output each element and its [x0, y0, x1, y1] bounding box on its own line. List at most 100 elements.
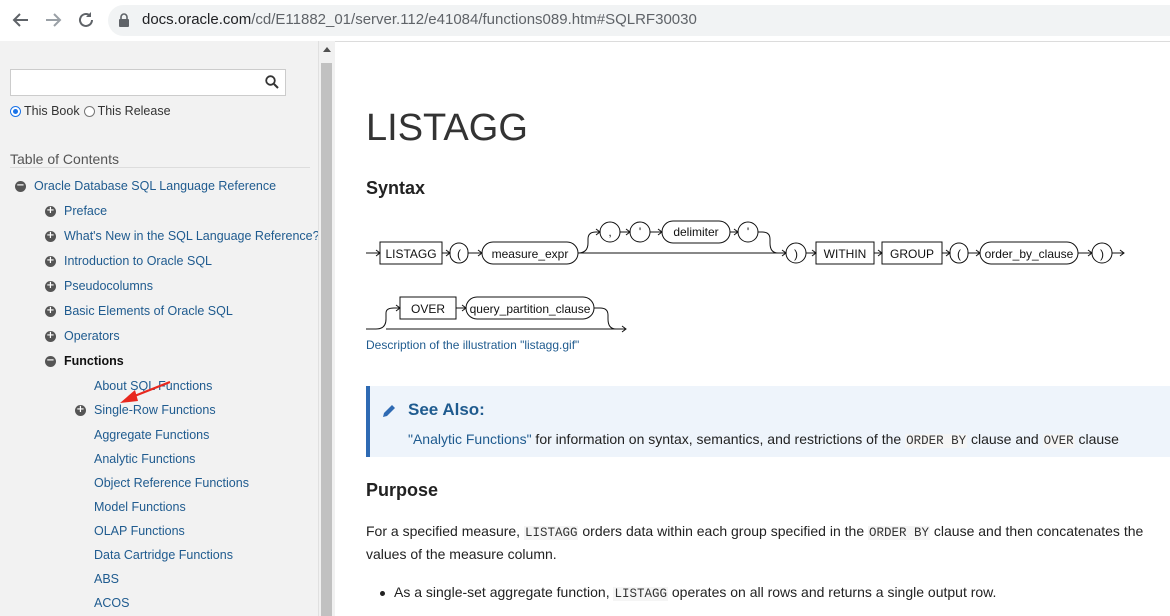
toc-item-preface[interactable]: + Preface	[45, 204, 107, 218]
diagram-comma: ,	[608, 225, 611, 239]
purpose-text-2: orders data within each group specified …	[578, 523, 868, 539]
expand-icon[interactable]: +	[45, 330, 56, 342]
url-path: /cd/E11882_01/server.112/e41084/function…	[251, 11, 697, 28]
purpose-heading: Purpose	[366, 480, 439, 500]
toc-label[interactable]: Oracle Database SQL Language Reference	[34, 179, 276, 193]
diagram-order-by-clause: order_by_clause	[985, 247, 1074, 261]
purpose-text-1: For a specified measure,	[366, 523, 524, 539]
search-box	[10, 69, 286, 96]
toc-item-object-reference-functions[interactable]: Object Reference Functions	[94, 476, 249, 490]
forward-arrow-icon	[46, 13, 62, 27]
toc-item-introduction[interactable]: + Introduction to Oracle SQL	[45, 254, 212, 268]
search-scope: This Book This Release	[10, 104, 171, 118]
sidebar: This Book This Release Table of Contents…	[0, 41, 318, 616]
diagram-quote-open: '	[639, 225, 641, 239]
back-button[interactable]	[10, 9, 32, 31]
address-bar[interactable]: docs.oracle.com/cd/E11882_01/server.112/…	[108, 5, 1170, 36]
toc-item-analytic-functions[interactable]: Analytic Functions	[94, 452, 195, 466]
diagram-group: GROUP	[890, 247, 934, 261]
toc-label[interactable]: Analytic Functions	[94, 452, 195, 466]
toc-label[interactable]: Preface	[64, 204, 107, 218]
radio-this-book[interactable]	[10, 105, 21, 117]
url-host: docs.oracle.com	[142, 11, 252, 28]
toc-label[interactable]: Operators	[64, 329, 120, 343]
toc-label[interactable]: Object Reference Functions	[94, 476, 249, 490]
code-order-by: ORDER BY	[905, 434, 968, 448]
toc-item-pseudocolumns[interactable]: + Pseudocolumns	[45, 279, 153, 293]
page-title: LISTAGG	[366, 107, 528, 149]
expand-icon[interactable]: +	[45, 305, 56, 317]
expand-icon[interactable]: +	[75, 404, 86, 416]
scroll-up-icon[interactable]	[323, 47, 331, 52]
toc-label[interactable]: ABS	[94, 572, 119, 586]
diagram-within: WITHIN	[824, 247, 867, 261]
syntax-heading: Syntax	[366, 178, 426, 198]
syntax-diagram: LISTAGG ( measure_expr , ' delimiter ' )…	[366, 220, 1125, 333]
toc-item-model-functions[interactable]: Model Functions	[94, 500, 186, 514]
diagram-query-partition-clause: query_partition_clause	[470, 302, 591, 316]
diagram-paren-open-2: (	[957, 247, 961, 261]
toc-label[interactable]: Aggregate Functions	[94, 428, 209, 442]
illustration-description-link[interactable]: Description of the illustration "listagg…	[366, 338, 579, 352]
back-arrow-icon	[12, 13, 28, 27]
toc-label[interactable]: Introduction to Oracle SQL	[64, 254, 212, 268]
toc-item-acos[interactable]: ACOS	[94, 596, 129, 610]
toc-label[interactable]: OLAP Functions	[94, 524, 185, 538]
expand-icon[interactable]: +	[45, 280, 56, 292]
list-item: As a single-set aggregate function, LIST…	[379, 584, 996, 601]
radio-this-book-label: This Book	[24, 104, 80, 118]
toc-item-aggregate-functions[interactable]: Aggregate Functions	[94, 428, 209, 442]
diagram-measure-expr: measure_expr	[492, 247, 569, 261]
toc-item-abs[interactable]: ABS	[94, 572, 119, 586]
toc-item-basic-elements[interactable]: + Basic Elements of Oracle SQL	[45, 304, 233, 318]
scrollbar-thumb[interactable]	[321, 63, 332, 616]
sidebar-scrollbar[interactable]	[318, 41, 335, 616]
see-also-text-2: clause and	[967, 431, 1043, 447]
see-also-text-3: clause	[1074, 431, 1119, 447]
toc-item-olap-functions[interactable]: OLAP Functions	[94, 524, 185, 538]
diagram-delimiter: delimiter	[673, 225, 718, 239]
see-also-text: "Analytic Functions" for information on …	[408, 431, 1119, 448]
reload-icon	[79, 12, 93, 27]
toc-item-sql-reference[interactable]: − Oracle Database SQL Language Reference	[15, 179, 276, 193]
search-icon[interactable]	[265, 75, 279, 89]
toc-label[interactable]: Basic Elements of Oracle SQL	[64, 304, 233, 318]
diagram-paren-open: (	[457, 247, 461, 261]
see-also-callout: See Also: "Analytic Functions" for infor…	[366, 386, 1170, 457]
url-text: docs.oracle.com/cd/E11882_01/server.112/…	[142, 11, 697, 28]
expand-icon[interactable]: +	[45, 205, 56, 217]
toc-item-operators[interactable]: + Operators	[45, 329, 120, 343]
diagram-paren-close: )	[794, 247, 798, 261]
analytic-functions-link[interactable]: "Analytic Functions"	[408, 431, 532, 447]
collapse-icon[interactable]: −	[45, 355, 56, 367]
code-listagg: LISTAGG	[613, 587, 668, 601]
lock-icon	[119, 13, 129, 27]
toc-item-whats-new[interactable]: + What's New in the SQL Language Referenc…	[45, 229, 318, 243]
pencil-icon	[383, 405, 395, 417]
expand-icon[interactable]: +	[45, 230, 56, 242]
search-input[interactable]	[15, 71, 259, 96]
code-over: OVER	[1042, 434, 1075, 448]
toc-label[interactable]: Pseudocolumns	[64, 279, 153, 293]
toc-item-data-cartridge-functions[interactable]: Data Cartridge Functions	[94, 548, 233, 562]
expand-icon[interactable]: +	[45, 255, 56, 267]
browser-toolbar: docs.oracle.com/cd/E11882_01/server.112/…	[0, 0, 1170, 42]
toc-label[interactable]: Model Functions	[94, 500, 186, 514]
code-order-by: ORDER BY	[868, 526, 931, 540]
collapse-icon[interactable]: −	[15, 180, 26, 192]
toc-label[interactable]: Data Cartridge Functions	[94, 548, 233, 562]
toc-label[interactable]: What's New in the SQL Language Reference…	[64, 229, 318, 243]
toc-label[interactable]: ACOS	[94, 596, 129, 610]
diagram-over: OVER	[411, 302, 445, 316]
main-content: LISTAGG Syntax LISTAGG (measure_expr , …	[334, 41, 1170, 616]
see-also-title: See Also:	[408, 400, 485, 419]
reload-button[interactable]	[75, 9, 97, 31]
forward-button[interactable]	[42, 9, 64, 31]
toc-title: Table of Contents	[10, 151, 119, 167]
diagram-quote-close: '	[747, 225, 749, 239]
toc-item-functions[interactable]: − Functions	[45, 354, 124, 368]
purpose-paragraph: For a specified measure, LISTAGG orders …	[366, 521, 1170, 565]
radio-this-release[interactable]	[83, 105, 95, 117]
toc-label[interactable]: Functions	[64, 354, 124, 368]
code-listagg: LISTAGG	[523, 526, 579, 540]
